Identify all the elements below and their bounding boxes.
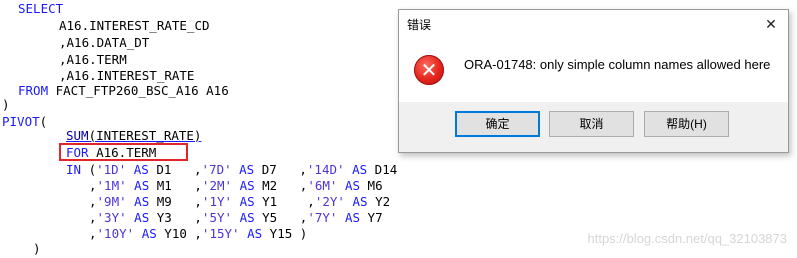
code-line-4: ,A16.TERM: [59, 52, 127, 67]
sql-text: M2 ,: [254, 178, 308, 193]
sql-text: ,: [89, 210, 97, 225]
dialog-titlebar[interactable]: 错误 ✕: [399, 10, 788, 38]
close-button[interactable]: ✕: [754, 10, 788, 38]
sql-keyword: AS: [141, 226, 157, 241]
sql-string: '14D': [306, 162, 345, 177]
sql-string: '6M': [307, 178, 338, 193]
sql-string: '1D': [96, 162, 127, 177]
help-button[interactable]: 帮助(H): [644, 111, 729, 137]
sql-keyword: AS: [344, 178, 361, 193]
sql-keyword: AS: [247, 226, 263, 241]
sql-string: '10Y': [96, 226, 135, 241]
code-line-6: FROM FACT_FTP260_BSC_A16 A16: [18, 82, 229, 99]
cancel-button[interactable]: 取消: [549, 111, 634, 137]
sql-string: '2Y': [314, 194, 345, 209]
code-line-3: ,A16.DATA_DT: [59, 35, 150, 50]
code-line-7: ): [2, 97, 10, 112]
sql-text: Y7: [360, 210, 383, 225]
code-line-1: SELECT: [18, 1, 64, 16]
sql-text: M6: [360, 178, 383, 193]
sql-keyword: AS: [239, 194, 255, 209]
code-line-8: PIVOT(: [2, 113, 47, 130]
error-message: ORA-01748: only simple column names allo…: [464, 57, 771, 72]
sql-string: '7Y': [307, 210, 338, 225]
sql-text: Y1 ,: [254, 194, 315, 209]
sql-keyword: AS: [352, 162, 368, 177]
code-line-16: ): [33, 241, 41, 256]
sql-text: ,: [89, 226, 97, 241]
sql-text: ,: [89, 194, 97, 209]
sql-text: D7 ,: [254, 162, 307, 177]
sql-keyword: AS: [239, 210, 255, 225]
sum-argument: (INTEREST_RATE): [88, 128, 202, 143]
sql-keyword: AS: [134, 178, 150, 193]
sql-keyword: IN: [66, 162, 82, 177]
sql-text: M1 ,: [149, 178, 202, 193]
sql-keyword: AS: [133, 162, 149, 177]
error-icon-glyph: ✕: [420, 58, 438, 82]
sql-text: D1 ,: [148, 162, 202, 177]
from-table: FACT_FTP260_BSC_A16 A16: [48, 83, 229, 98]
sql-string: '7D': [201, 162, 232, 177]
code-line-12: ,'1M' AS M1 ,'2M' AS M2 ,'6M' AS M6: [89, 177, 383, 194]
sql-string: '3Y': [96, 210, 127, 225]
code-line-9: SUM(INTEREST_RATE): [66, 127, 201, 144]
watermark: https://blog.csdn.net/qq_32103873: [587, 231, 788, 246]
sql-string: '15Y': [201, 226, 240, 241]
ok-button[interactable]: 确定: [455, 111, 540, 137]
dialog-button-bar: 确定 取消 帮助(H): [399, 102, 788, 152]
sql-text: D14: [367, 162, 398, 177]
code-line-11: IN ('1D' AS D1 ,'7D' AS D7 ,'14D' AS D14: [66, 161, 397, 178]
sql-keyword: AS: [134, 210, 150, 225]
pivot-keyword: PIVOT: [2, 114, 40, 129]
sum-function: SUM: [66, 128, 89, 143]
pivot-paren: (: [39, 114, 48, 129]
code-line-15: ,'10Y' AS Y10 ,'15Y' AS Y15 ): [89, 225, 307, 242]
sql-keyword: AS: [239, 162, 255, 177]
sql-string: '9M': [96, 194, 127, 209]
dialog-title: 错误: [407, 18, 432, 32]
code-line-2: A16.INTEREST_RATE_CD: [59, 18, 210, 33]
sql-string: '1M': [96, 178, 127, 193]
sql-text: ,: [89, 178, 97, 193]
sql-string: '5Y': [201, 210, 233, 225]
error-icon: ✕: [414, 55, 444, 85]
sql-text: Y2: [367, 194, 391, 209]
from-keyword: FROM: [18, 83, 49, 98]
sql-text: Y3 ,: [149, 210, 202, 225]
sql-keyword: AS: [134, 194, 150, 209]
sql-keyword: AS: [344, 210, 361, 225]
sql-string: '2M': [201, 178, 233, 193]
sql-string: '1Y': [201, 194, 233, 209]
code-line-13: ,'9M' AS M9 ,'1Y' AS Y1 ,'2Y' AS Y2: [89, 193, 390, 210]
close-icon: ✕: [765, 16, 777, 32]
code-line-14: ,'3Y' AS Y3 ,'5Y' AS Y5 ,'7Y' AS Y7: [89, 209, 383, 226]
sql-keyword: AS: [352, 194, 368, 209]
sql-text: (: [81, 162, 97, 177]
sql-text: Y5 ,: [254, 210, 308, 225]
error-dialog: 错误 ✕ ✕ ORA-01748: only simple column nam…: [398, 9, 789, 153]
sql-text: Y10 ,: [156, 226, 202, 241]
sql-text: M9 ,: [149, 194, 202, 209]
error-highlight-box: [59, 143, 188, 161]
sql-keyword: AS: [239, 178, 255, 193]
sql-text: Y15 ): [262, 226, 308, 241]
dialog-body: ✕ ORA-01748: only simple column names al…: [399, 38, 788, 102]
